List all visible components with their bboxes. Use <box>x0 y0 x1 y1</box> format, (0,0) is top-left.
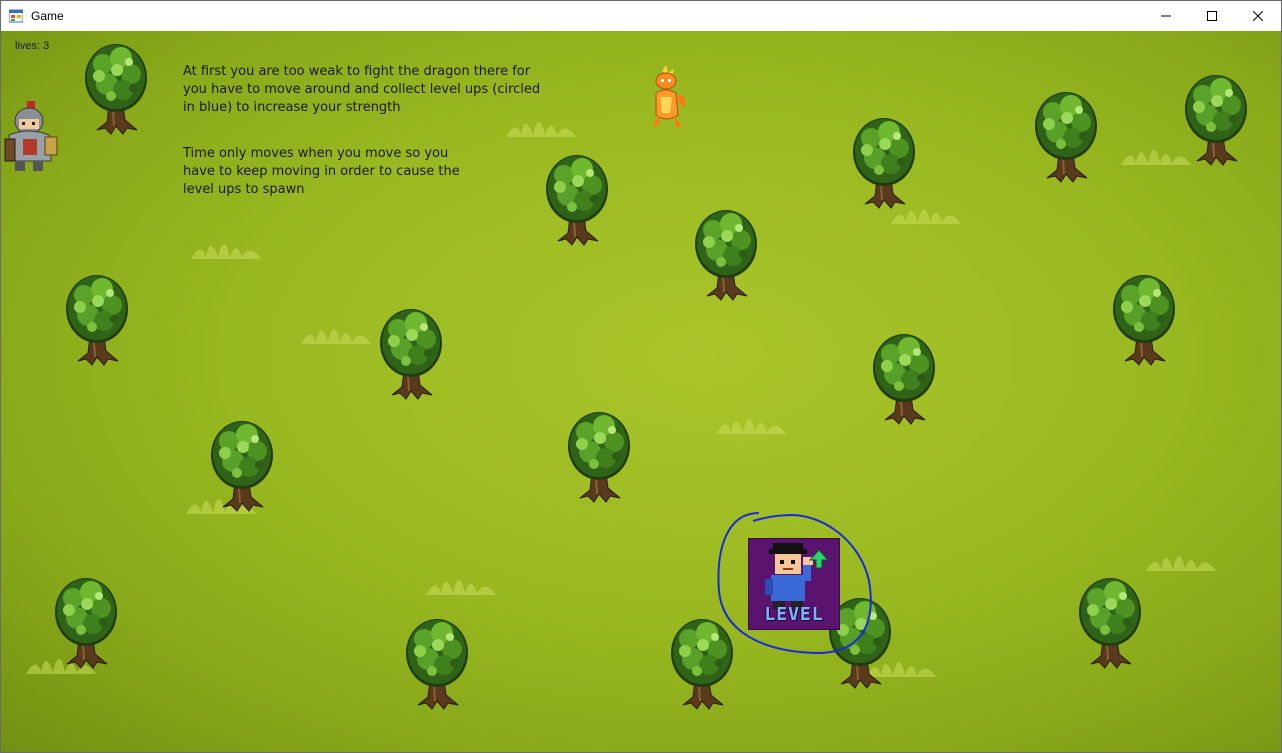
tree-icon <box>1183 71 1249 167</box>
tree-icon <box>693 206 759 302</box>
tree-icon <box>669 615 735 711</box>
window-title: Game <box>31 9 64 23</box>
green-up-arrow-icon <box>809 549 829 569</box>
tree-icon <box>53 574 119 670</box>
close-button[interactable] <box>1235 1 1281 31</box>
grass-tuft <box>296 316 376 346</box>
close-icon <box>1253 11 1263 21</box>
tree-icon <box>1033 88 1099 184</box>
tree-icon <box>851 114 917 210</box>
game-canvas[interactable]: lives: 3 At first you are too weak to fi… <box>1 31 1281 752</box>
tree-icon <box>544 151 610 247</box>
lives-counter: lives: 3 <box>15 40 50 52</box>
orange-dragon-icon <box>652 65 685 129</box>
minimize-button[interactable] <box>1143 1 1189 31</box>
level-up-item: LEVEL <box>748 538 840 630</box>
instructions-text: At first you are too weak to fight the d… <box>183 63 543 227</box>
grass-tuft <box>186 231 266 261</box>
tree-icon <box>1111 271 1177 367</box>
title-bar[interactable]: Game <box>1 1 1281 31</box>
tree-icon <box>566 408 632 504</box>
tree-icon <box>871 330 937 426</box>
tree-icon <box>83 40 149 136</box>
tree-icon <box>404 615 470 711</box>
instructions-paragraph: At first you are too weak to fight the d… <box>183 64 541 115</box>
tree-icon <box>209 417 275 513</box>
maximize-icon <box>1207 11 1217 21</box>
game-window: Game lives: 3 At first you are too weak … <box>0 0 1282 753</box>
tree-icon <box>64 271 130 367</box>
tree-icon <box>378 305 444 401</box>
maximize-button[interactable] <box>1189 1 1235 31</box>
knight-player-icon <box>4 101 58 171</box>
grass-tuft <box>711 406 791 436</box>
instructions-paragraph: Time only moves when you move so you hav… <box>183 146 460 197</box>
grass-tuft <box>1141 543 1221 573</box>
level-up-label: LEVEL <box>764 604 824 625</box>
minimize-icon <box>1161 15 1171 17</box>
tree-icon <box>1077 574 1143 670</box>
grass-tuft <box>421 567 501 597</box>
app-icon <box>9 9 23 23</box>
